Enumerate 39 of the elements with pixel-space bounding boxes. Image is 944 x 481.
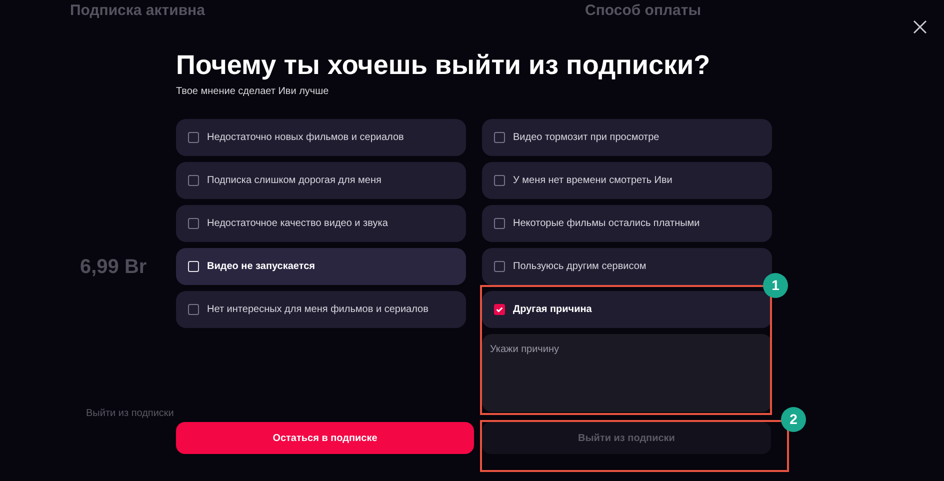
- reason-label: Недостаточное качество видео и звука: [207, 217, 388, 231]
- checkbox[interactable]: [188, 304, 199, 315]
- reason-option[interactable]: Пользуюсь другим сервисом: [482, 248, 772, 285]
- reason-label: Подписка слишком дорогая для меня: [207, 174, 382, 188]
- reason-option[interactable]: Недостаточное качество видео и звука: [176, 205, 466, 242]
- reason-label: Видео не запускается: [207, 260, 316, 274]
- reason-option[interactable]: У меня нет времени смотреть Иви: [482, 162, 772, 199]
- dialog-title: Почему ты хочешь выйти из подписки?: [176, 49, 712, 82]
- checkbox[interactable]: [494, 132, 505, 143]
- reason-option[interactable]: Нет интересных для меня фильмов и сериалов: [176, 291, 466, 328]
- checkbox[interactable]: [494, 218, 505, 229]
- reason-label: Пользуюсь другим сервисом: [513, 260, 646, 274]
- reason-label: Нет интересных для меня фильмов и сериалов: [207, 303, 428, 317]
- background-heading: Способ оплаты: [585, 1, 702, 21]
- stay-button[interactable]: Остаться в подписке: [176, 422, 474, 454]
- reason-label: Недостаточно новых фильмов и сериалов: [207, 131, 404, 145]
- annotation-marker: 2: [781, 407, 806, 432]
- reason-option[interactable]: Некоторые фильмы остались платными: [482, 205, 772, 242]
- reason-label: У меня нет времени смотреть Иви: [513, 174, 672, 188]
- checkbox[interactable]: [494, 175, 505, 186]
- checkbox[interactable]: [188, 175, 199, 186]
- reason-option[interactable]: Недостаточно новых фильмов и сериалов: [176, 119, 466, 156]
- checkbox[interactable]: [494, 261, 505, 272]
- reason-option[interactable]: Видео тормозит при просмотре: [482, 119, 772, 156]
- reason-label: Другая причина: [513, 303, 592, 317]
- reason-option[interactable]: Подписка слишком дорогая для меня: [176, 162, 466, 199]
- checkbox[interactable]: [188, 218, 199, 229]
- reason-option[interactable]: Другая причина: [482, 291, 772, 328]
- reason-label: Видео тормозит при просмотре: [513, 131, 660, 145]
- checkbox[interactable]: [494, 304, 505, 315]
- reason-label: Некоторые фильмы остались платными: [513, 217, 700, 231]
- reason-text-field[interactable]: Укажи причину: [482, 334, 772, 412]
- background-price: 6,99 Br: [80, 255, 147, 280]
- dialog-subtitle: Твое мнение сделает Иви лучше: [176, 85, 330, 99]
- close-icon[interactable]: [912, 19, 928, 35]
- reason-option[interactable]: Видео не запускается: [176, 248, 466, 285]
- checkbox[interactable]: [188, 132, 199, 143]
- annotation-marker: 1: [763, 273, 788, 298]
- background-heading: Подписка активна: [70, 1, 205, 21]
